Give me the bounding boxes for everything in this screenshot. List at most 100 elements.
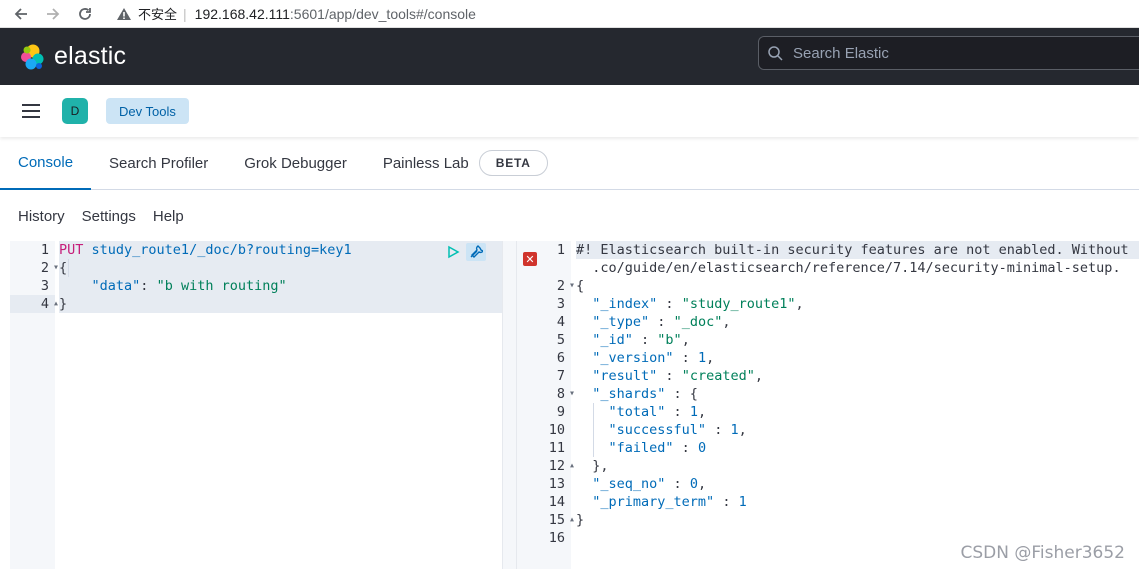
- address-separator: |: [183, 5, 187, 22]
- search-icon: [768, 46, 783, 61]
- back-arrow-icon[interactable]: [8, 1, 34, 27]
- watermark: CSDN @Fisher3652: [960, 543, 1125, 563]
- json-key: "_type": [592, 314, 650, 330]
- breadcrumb-bar: D Dev Tools: [0, 85, 1139, 137]
- line-number: 1: [40, 242, 49, 258]
- response-line: "_type" : "_doc",: [592, 314, 731, 330]
- play-icon[interactable]: [446, 245, 460, 259]
- json-key: "result": [592, 368, 658, 384]
- open-brace: {: [576, 278, 585, 294]
- line-number: 3: [556, 296, 565, 312]
- tab-console[interactable]: Console: [0, 137, 92, 190]
- url-host: 192.168.42.111: [194, 5, 290, 22]
- close-brace: }: [576, 512, 585, 528]
- json-value: 1: [697, 350, 707, 366]
- line-number: 14: [548, 494, 565, 510]
- json-value: 0: [697, 440, 707, 456]
- browser-toolbar: 不安全 | 192.168.42.111:5601/app/dev_tools#…: [0, 0, 1139, 28]
- line-number[interactable]: 15: [517, 511, 575, 529]
- json-value: 1: [738, 494, 747, 510]
- indent-guide: [593, 403, 594, 457]
- response-line: "_index" : "study_route1",: [592, 296, 804, 312]
- tab-grok-debugger[interactable]: Grok Debugger: [226, 137, 365, 190]
- json-key: "_index": [592, 296, 658, 312]
- console-menu: History Settings Help: [0, 190, 1139, 242]
- response-viewer: ✕ 1 2 3 4 5 6 7 8 9 10 11 12 13 14 15 16…: [517, 241, 1139, 569]
- response-line: "failed" : 0: [608, 440, 707, 456]
- json-key: "_version": [592, 350, 674, 366]
- wrench-icon[interactable]: [466, 243, 486, 261]
- line-number: 10: [548, 422, 565, 438]
- line-number[interactable]: 8: [517, 385, 575, 403]
- response-line: {: [576, 277, 1139, 295]
- line-number: 6: [556, 350, 565, 366]
- request-line: }: [59, 295, 502, 313]
- json-key: "_seq_no": [592, 476, 666, 492]
- response-line: "_shards" : {: [592, 386, 698, 402]
- kibana-header: elastic Search Elastic: [0, 28, 1139, 85]
- tab-painless-lab-label: Painless Lab: [382, 154, 469, 172]
- request-gutter: 1 2 3 4: [10, 241, 59, 569]
- json-value: "study_route1": [681, 296, 796, 312]
- response-line: },: [576, 457, 1139, 475]
- indent-guide: [68, 259, 69, 277]
- json-key: "failed": [608, 440, 674, 456]
- response-line: }: [576, 511, 1139, 529]
- response-line: "_seq_no" : 0,: [592, 476, 707, 492]
- response-line: "_id" : "b",: [592, 332, 690, 348]
- breadcrumb-dev-tools[interactable]: Dev Tools: [106, 98, 189, 124]
- line-number[interactable]: 2: [517, 277, 575, 295]
- request-method: PUT: [59, 242, 84, 258]
- beta-badge: BETA: [478, 150, 548, 176]
- space-avatar[interactable]: D: [62, 98, 88, 124]
- menu-history[interactable]: History: [18, 208, 65, 225]
- request-code[interactable]: PUT study_route1/_doc/b?routing=key1 { "…: [59, 241, 502, 313]
- json-value: 1: [689, 404, 698, 420]
- search-placeholder: Search Elastic: [793, 44, 889, 62]
- response-line: "successful" : 1,: [608, 422, 747, 438]
- line-number: 7: [556, 368, 565, 384]
- tab-painless-lab[interactable]: Painless Lab BETA: [365, 137, 566, 190]
- warning-icon: [117, 7, 131, 20]
- menu-help[interactable]: Help: [153, 208, 184, 225]
- reload-icon[interactable]: [72, 1, 98, 27]
- response-line: "_primary_term" : 1: [592, 494, 747, 510]
- dev-tools-tabs: Console Search Profiler Grok Debugger Pa…: [0, 137, 1139, 190]
- line-number: 9: [556, 404, 565, 420]
- response-gutter: ✕ 1 2 3 4 5 6 7 8 9 10 11 12 13 14 15 16: [517, 241, 575, 569]
- json-key: "_id": [592, 332, 633, 348]
- close-brace: }: [59, 296, 68, 312]
- response-line: "total" : 1,: [608, 404, 707, 420]
- line-number: 13: [548, 476, 565, 492]
- pane-resizer[interactable]: [502, 241, 517, 569]
- request-url: study_route1/_doc/b?routing=key1: [91, 242, 352, 258]
- line-number[interactable]: 12: [517, 457, 575, 475]
- elastic-logo[interactable]: elastic: [18, 42, 126, 71]
- line-number[interactable]: 2: [10, 259, 59, 277]
- response-code: #! Elasticsearch built-in security featu…: [576, 241, 1139, 529]
- address-bar[interactable]: 不安全 | 192.168.42.111:5601/app/dev_tools#…: [116, 4, 476, 23]
- insecure-label: 不安全: [138, 7, 178, 22]
- menu-icon[interactable]: [22, 104, 40, 118]
- line-number: 4: [556, 314, 565, 330]
- line-number: 1: [556, 242, 565, 258]
- response-line: "_version" : 1,: [592, 350, 715, 366]
- forward-arrow-icon[interactable]: [40, 1, 66, 27]
- warning-line: .co/guide/en/elasticsearch/reference/7.1…: [576, 259, 1139, 277]
- json-value: 0: [689, 476, 698, 492]
- json-key: "_shards": [592, 386, 666, 402]
- warning-line: #! Elasticsearch built-in security featu…: [576, 241, 1139, 259]
- line-number[interactable]: 4: [10, 295, 59, 313]
- tab-search-profiler[interactable]: Search Profiler: [91, 137, 226, 190]
- body-key: "data": [91, 278, 141, 294]
- logo-text: elastic: [54, 42, 127, 70]
- elastic-logo-icon: [21, 44, 44, 69]
- body-colon: :: [140, 278, 157, 294]
- search-input[interactable]: Search Elastic: [758, 36, 1139, 70]
- json-value: 1: [730, 422, 739, 438]
- json-value: "created": [681, 368, 755, 384]
- json-key: "total": [608, 404, 666, 420]
- request-editor[interactable]: 1 2 3 4 PUT study_route1/_doc/b?routing=…: [10, 241, 502, 569]
- menu-settings[interactable]: Settings: [82, 208, 136, 225]
- json-value: "_doc": [673, 314, 723, 330]
